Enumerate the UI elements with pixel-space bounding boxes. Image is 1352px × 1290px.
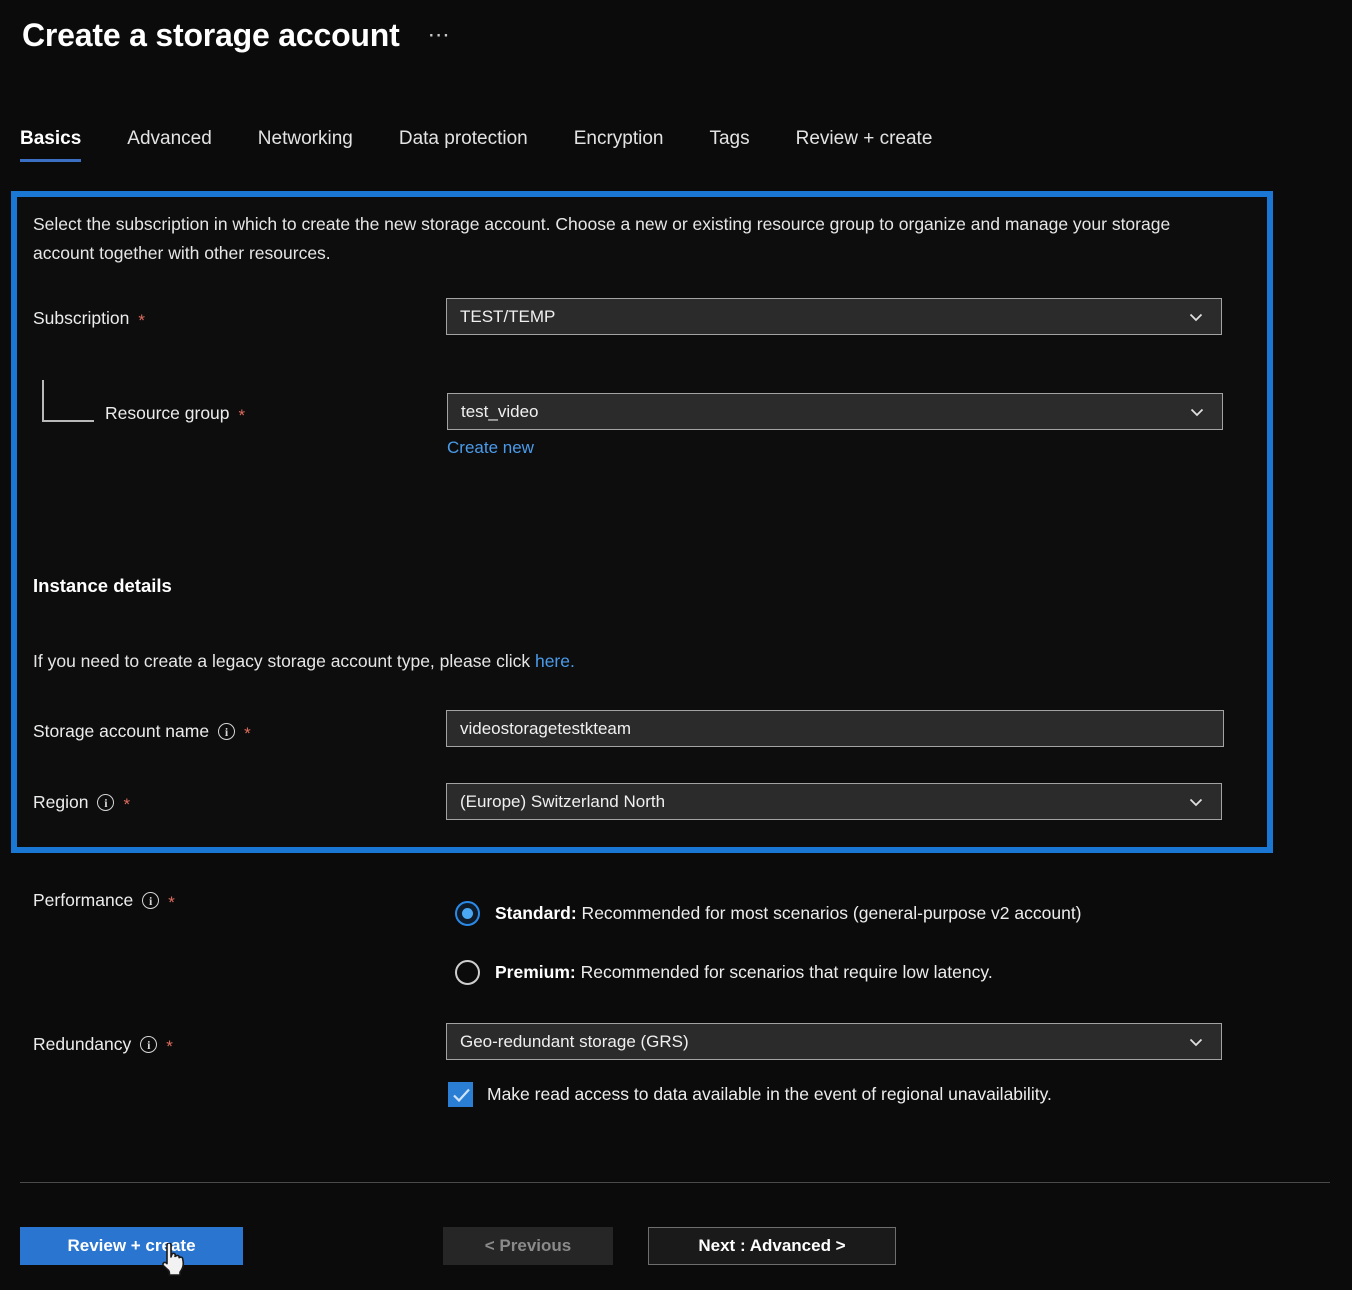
performance-label-group: Performance i * <box>33 890 175 911</box>
review-create-button[interactable]: Review + create <box>20 1227 243 1265</box>
performance-premium-desc: Recommended for scenarios that require l… <box>575 962 993 982</box>
info-icon[interactable]: i <box>140 1036 158 1053</box>
resource-group-required-asterisk: * <box>238 406 246 425</box>
basics-highlight-box <box>11 191 1273 853</box>
chevron-down-icon <box>1187 793 1205 811</box>
subscription-value: TEST/TEMP <box>460 306 556 326</box>
next-advanced-button[interactable]: Next : Advanced > <box>648 1227 896 1265</box>
read-access-checkbox[interactable] <box>448 1082 473 1107</box>
chevron-down-icon <box>1187 1033 1205 1051</box>
more-options-button[interactable]: ⋯ <box>428 24 451 46</box>
performance-label: Performance <box>33 890 134 910</box>
performance-standard-bold: Standard: <box>495 903 577 923</box>
redundancy-value: Geo-redundant storage (GRS) <box>460 1031 689 1051</box>
resource-group-label-group: Resource group * <box>105 403 245 424</box>
tab-review-create[interactable]: Review + create <box>796 128 957 162</box>
tab-networking[interactable]: Networking <box>258 128 377 162</box>
subscription-row: Subscription * <box>33 308 145 329</box>
legacy-account-note: If you need to create a legacy storage a… <box>33 651 575 672</box>
tab-advanced[interactable]: Advanced <box>127 128 236 162</box>
info-icon[interactable]: i <box>97 794 115 811</box>
wizard-tabs: Basics Advanced Networking Data protecti… <box>20 128 978 162</box>
region-select[interactable]: (Europe) Switzerland North <box>446 783 1222 820</box>
redundancy-label-group: Redundancy i * <box>33 1034 173 1055</box>
region-label-group: Region i * <box>33 792 130 813</box>
redundancy-row: Redundancy i * <box>33 1034 173 1055</box>
storage-account-name-label-group: Storage account name i * <box>33 721 251 742</box>
performance-standard-desc: Recommended for most scenarios (general-… <box>576 903 1082 923</box>
check-icon <box>453 1088 470 1103</box>
storage-account-name-value: videostoragetestkteam <box>460 718 632 738</box>
storage-account-name-row: Storage account name i * <box>33 721 251 742</box>
tab-data-protection[interactable]: Data protection <box>399 128 552 162</box>
performance-option-standard[interactable]: Standard: Recommended for most scenarios… <box>455 901 1082 926</box>
storage-account-name-required-asterisk: * <box>244 724 251 743</box>
page-title: Create a storage account <box>22 17 400 53</box>
read-access-checkbox-label: Make read access to data available in th… <box>487 1084 1052 1104</box>
tab-basics[interactable]: Basics <box>20 128 105 162</box>
resource-group-row: Resource group * <box>105 403 245 424</box>
performance-required-asterisk: * <box>168 893 175 912</box>
resource-group-select[interactable]: test_video <box>447 393 1223 430</box>
radio-standard[interactable] <box>455 901 480 926</box>
radio-premium[interactable] <box>455 960 480 985</box>
page-header: Create a storage account ⋯ <box>22 16 451 54</box>
tab-tags[interactable]: Tags <box>709 128 773 162</box>
subscription-label: Subscription <box>33 308 130 328</box>
region-value: (Europe) Switzerland North <box>460 791 666 811</box>
subscription-select[interactable]: TEST/TEMP <box>446 298 1222 335</box>
region-row: Region i * <box>33 792 130 813</box>
resource-group-label: Resource group <box>105 403 230 423</box>
legacy-note-text: If you need to create a legacy storage a… <box>33 651 535 671</box>
tab-encryption[interactable]: Encryption <box>574 128 688 162</box>
basics-intro-text: Select the subscription in which to crea… <box>33 214 1171 263</box>
redundancy-label: Redundancy <box>33 1034 132 1054</box>
create-new-resource-group-link[interactable]: Create new <box>447 438 534 458</box>
performance-standard-text: Standard: Recommended for most scenarios… <box>495 903 1082 924</box>
region-label: Region <box>33 792 89 812</box>
region-required-asterisk: * <box>123 795 131 814</box>
legacy-here-link[interactable]: here. <box>535 651 575 671</box>
storage-account-name-label: Storage account name <box>33 721 210 741</box>
storage-account-name-input[interactable]: videostoragetestkteam <box>446 710 1224 747</box>
performance-row: Performance i * <box>33 890 175 911</box>
info-icon[interactable]: i <box>142 892 160 909</box>
redundancy-required-asterisk: * <box>166 1037 173 1056</box>
previous-button: < Previous <box>443 1227 613 1265</box>
performance-premium-bold: Premium: <box>495 962 576 982</box>
performance-option-premium[interactable]: Premium: Recommended for scenarios that … <box>455 960 993 985</box>
subscription-label-group: Subscription * <box>33 308 145 329</box>
chevron-down-icon <box>1187 308 1205 326</box>
instance-details-heading: Instance details <box>33 575 172 596</box>
redundancy-select[interactable]: Geo-redundant storage (GRS) <box>446 1023 1222 1060</box>
read-access-checkbox-row[interactable]: Make read access to data available in th… <box>448 1082 1052 1107</box>
resource-group-tree-connector <box>42 380 94 422</box>
footer-divider <box>20 1182 1330 1183</box>
info-icon[interactable]: i <box>218 723 236 740</box>
resource-group-value: test_video <box>461 401 539 421</box>
performance-premium-text: Premium: Recommended for scenarios that … <box>495 962 993 983</box>
chevron-down-icon <box>1188 403 1206 421</box>
subscription-required-asterisk: * <box>138 311 145 330</box>
